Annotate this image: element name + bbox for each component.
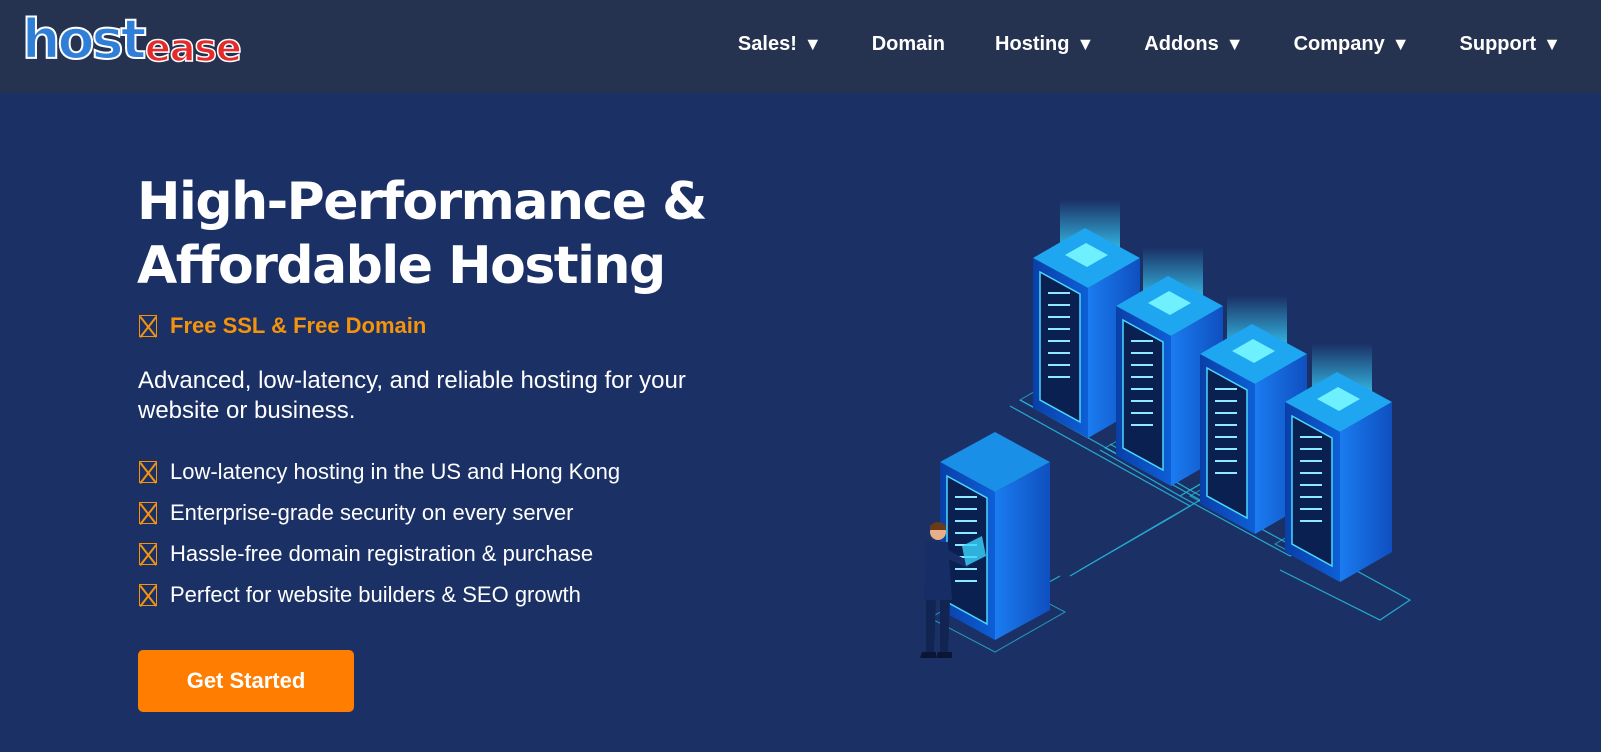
nav-item-support[interactable]: Support ▼ — [1460, 33, 1561, 56]
nav-item-sales[interactable]: Sales! ▼ — [738, 33, 822, 56]
hero-title-line1: High-Performance & — [137, 172, 708, 232]
hero-title-line2: Affordable Hosting — [137, 236, 666, 296]
nav-item-company[interactable]: Company ▼ — [1294, 33, 1410, 56]
logo-text-ease: ease — [144, 25, 242, 71]
chevron-down-icon: ▼ — [1543, 33, 1561, 54]
feature-text: Low-latency hosting in the US and Hong K… — [170, 458, 621, 484]
nav-item-hosting[interactable]: Hosting ▼ — [995, 33, 1094, 56]
nav-label-domain: Domain — [871, 32, 946, 55]
checkbox-icon — [139, 542, 157, 565]
server-racks-illustration — [920, 200, 1412, 658]
nav-label-addons: Addons — [1144, 32, 1219, 55]
top-navigation-bar: host ease Sales! ▼ Domain Hosting ▼ Addo… — [0, 0, 1601, 93]
chevron-down-icon: ▼ — [1225, 33, 1244, 54]
chevron-down-icon: ▼ — [1391, 33, 1410, 54]
nav-item-domain[interactable]: Domain — [872, 33, 945, 56]
tagline-text: Free SSL & Free Domain — [170, 313, 427, 338]
nav-label-company: Company — [1293, 32, 1385, 55]
checkbox-icon — [139, 501, 157, 524]
feature-list: Low-latency hosting in the US and Hong K… — [139, 451, 620, 615]
feature-text: Enterprise-grade security on every serve… — [170, 499, 574, 525]
hero-title: High-Performance & Affordable Hosting — [137, 170, 757, 298]
checkbox-icon — [139, 583, 157, 606]
nav-label-hosting: Hosting — [995, 32, 1070, 55]
nav-label-sales: Sales! — [737, 32, 797, 55]
get-started-button[interactable]: Get Started — [138, 650, 354, 712]
hero-tagline: Free SSL & Free Domain — [139, 313, 426, 339]
list-item: Enterprise-grade security on every serve… — [139, 492, 620, 533]
chevron-down-icon: ▼ — [803, 33, 822, 54]
checkbox-icon — [139, 460, 157, 483]
nav-label-support: Support — [1459, 32, 1537, 55]
feature-text: Hassle-free domain registration & purcha… — [170, 540, 594, 566]
chevron-down-icon: ▼ — [1076, 33, 1095, 54]
list-item: Perfect for website builders & SEO growt… — [139, 574, 620, 615]
feature-text: Perfect for website builders & SEO growt… — [170, 581, 581, 607]
hero-description: Advanced, low-latency, and reliable host… — [138, 367, 686, 424]
nav-item-addons[interactable]: Addons ▼ — [1144, 33, 1243, 56]
main-menu: Sales! ▼ Domain Hosting ▼ Addons ▼ Compa… — [688, 0, 1561, 88]
checkbox-icon — [139, 315, 157, 337]
list-item: Hassle-free domain registration & purcha… — [139, 533, 620, 574]
logo-text-host: host — [21, 7, 147, 72]
list-item: Low-latency hosting in the US and Hong K… — [139, 451, 620, 492]
